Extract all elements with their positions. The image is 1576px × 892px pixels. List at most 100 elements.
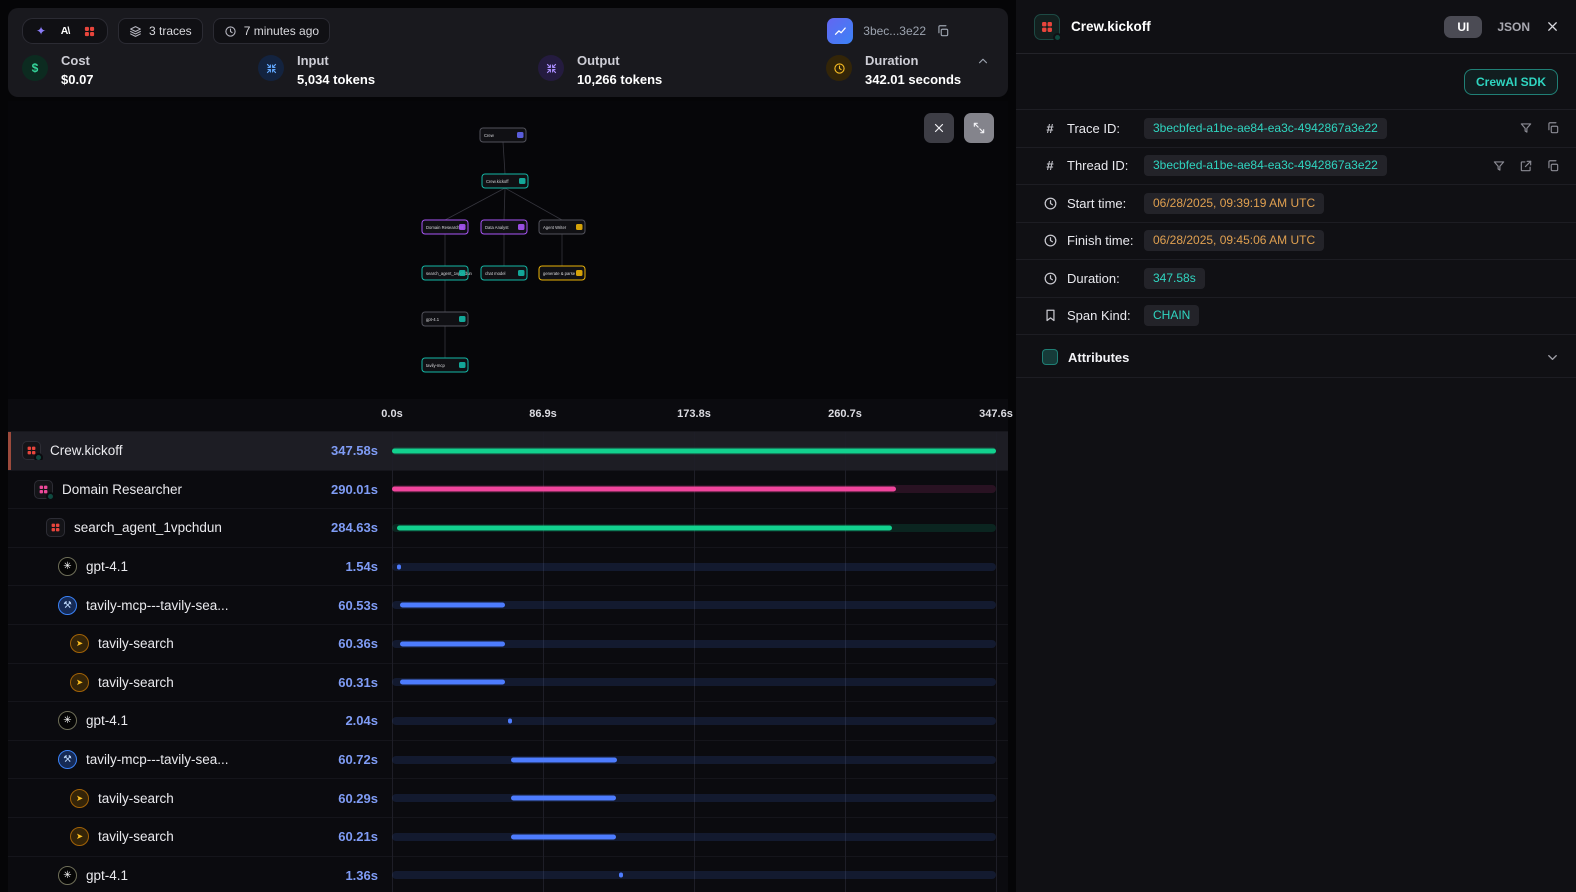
span-duration: 60.36s — [308, 636, 392, 651]
span-name: search_agent_1vpchdun — [74, 520, 222, 535]
span-bar — [392, 448, 996, 453]
metrics-row: $Cost$0.07Input5,034 tokensOutput10,266 … — [22, 53, 994, 87]
span-bar — [511, 757, 617, 762]
span-row[interactable]: ➤tavily-search60.31s — [8, 664, 1008, 703]
arrows-out-icon — [538, 55, 564, 81]
span-duration: 290.01s — [308, 482, 392, 497]
field-value: 3becbfed-a1be-ae84-ea3c-4942867a3e22 — [1144, 118, 1387, 139]
tab-ui[interactable]: UI — [1444, 16, 1482, 38]
trace-graph-svg: CrewCrew.kickoffDomain ResearcherData An… — [8, 101, 1008, 399]
span-row[interactable]: ✳gpt-4.12.04s — [8, 702, 1008, 741]
metric-cost: $Cost$0.07 — [22, 53, 258, 87]
span-name: tavily-mcp---tavily-sea... — [86, 752, 229, 767]
span-row[interactable]: ➤tavily-search60.36s — [8, 625, 1008, 664]
span-duration: 60.21s — [308, 829, 392, 844]
span-row[interactable]: ➤tavily-search60.21s — [8, 818, 1008, 857]
metric-value: $0.07 — [61, 72, 94, 87]
hash-icon: # — [1042, 158, 1058, 173]
field-label: Trace ID: — [1067, 121, 1144, 136]
span-duration: 60.53s — [308, 598, 392, 613]
field-value: 06/28/2025, 09:39:19 AM UTC — [1144, 193, 1324, 214]
tab-json[interactable]: JSON — [1497, 20, 1530, 34]
attributes-section-toggle[interactable]: Attributes — [1016, 337, 1576, 378]
clock-icon — [1042, 196, 1058, 211]
external-icon[interactable] — [1519, 159, 1533, 173]
span-bar — [400, 603, 505, 608]
copy-icon[interactable] — [1546, 121, 1560, 135]
metric-input: Input5,034 tokens — [258, 53, 538, 87]
span-bar-track — [392, 717, 996, 725]
field-row: Start time:06/28/2025, 09:39:19 AM UTC — [1016, 185, 1576, 223]
trace-id-short: 3bec...3e22 — [863, 24, 926, 38]
graph-expand-button[interactable] — [964, 113, 994, 143]
traces-count-badge[interactable]: 3 traces — [118, 18, 203, 44]
field-row: Finish time:06/28/2025, 09:45:06 AM UTC — [1016, 223, 1576, 261]
svg-text:Crew: Crew — [484, 133, 495, 138]
span-bar-track — [392, 833, 996, 841]
span-bar — [397, 525, 892, 530]
sparkle-logo-icon: ✦ — [33, 23, 49, 39]
filter-icon[interactable] — [1519, 121, 1533, 135]
trace-graph: CrewCrew.kickoffDomain ResearcherData An… — [8, 101, 1008, 399]
field-row: #Thread ID:3becbfed-a1be-ae84-ea3c-49428… — [1016, 148, 1576, 186]
filter-icon[interactable] — [1492, 159, 1506, 173]
axis-tick: 260.7s — [828, 408, 862, 420]
span-row[interactable]: ⚒ tavily-mcp---tavily-sea... 60.53s — [8, 586, 1008, 625]
metric-output: Output10,266 tokens — [538, 53, 826, 87]
span-duration: 347.58s — [308, 443, 392, 458]
graph-close-button[interactable] — [924, 113, 954, 143]
copy-icon[interactable] — [1546, 159, 1560, 173]
time-ago-badge: 7 minutes ago — [213, 18, 330, 44]
svg-text:Crew.kickoff: Crew.kickoff — [486, 179, 509, 184]
metric-value: 5,034 tokens — [297, 72, 375, 87]
span-bar-area — [392, 664, 996, 702]
span-name: gpt-4.1 — [86, 713, 128, 728]
svg-text:chat model: chat model — [485, 271, 506, 276]
field-label: Start time: — [1067, 196, 1144, 211]
chevron-down-icon — [1545, 350, 1560, 365]
span-name: tavily-mcp---tavily-sea... — [86, 598, 229, 613]
mcp-tool-icon: ⚒ — [58, 596, 77, 615]
span-name: Domain Researcher — [62, 482, 182, 497]
openai-icon: ✳ — [58, 557, 77, 576]
span-row[interactable]: search_agent_1vpchdun284.63s — [8, 509, 1008, 548]
span-name: tavily-search — [98, 791, 174, 806]
span-row[interactable]: ✳gpt-4.11.54s — [8, 548, 1008, 587]
sdk-row: CrewAI SDK — [1016, 54, 1576, 110]
field-row: #Trace ID:3becbfed-a1be-ae84-ea3c-494286… — [1016, 110, 1576, 148]
copy-trace-id-icon[interactable] — [936, 24, 950, 38]
span-row[interactable]: ➤tavily-search60.29s — [8, 779, 1008, 818]
span-bar-area — [392, 702, 996, 740]
field-label: Span Kind: — [1067, 308, 1144, 323]
span-bar — [619, 873, 623, 878]
metric-value: 10,266 tokens — [577, 72, 662, 87]
span-duration: 60.31s — [308, 675, 392, 690]
crewai-span-icon — [1034, 14, 1060, 40]
collapse-chevron-icon[interactable] — [976, 54, 990, 68]
clock-icon — [1042, 271, 1058, 286]
axis-tick: 0.0s — [381, 408, 402, 420]
svg-text:Agent Writer: Agent Writer — [543, 225, 567, 230]
metric-label: Duration — [865, 53, 961, 68]
span-bar — [400, 680, 505, 685]
openai-icon: ✳ — [58, 711, 77, 730]
span-bar-area — [392, 741, 996, 779]
field-label: Finish time: — [1067, 233, 1144, 248]
trend-chart-icon[interactable] — [827, 18, 853, 44]
field-value: 347.58s — [1144, 268, 1205, 289]
span-row[interactable]: Crew.kickoff347.58s — [8, 432, 1008, 471]
span-bar-track — [392, 563, 996, 571]
span-row[interactable]: Domain Researcher 290.01s — [8, 471, 1008, 510]
span-row[interactable]: ✳gpt-4.11.36s — [8, 857, 1008, 892]
close-icon[interactable] — [1545, 19, 1560, 34]
trace-panel: ✦ A\ 3 traces 7 minutes ago 3bec...3e22 … — [0, 0, 1016, 892]
span-bar-area — [392, 509, 996, 547]
span-bar-area — [392, 432, 996, 470]
detail-title: Crew.kickoff — [1071, 19, 1151, 34]
field-value: CHAIN — [1144, 305, 1199, 326]
span-row[interactable]: ⚒tavily-mcp---tavily-sea...60.72s — [8, 741, 1008, 780]
mcp-tool-icon: ⚒ — [58, 750, 77, 769]
attributes-label: Attributes — [1068, 350, 1535, 365]
span-duration: 60.29s — [308, 791, 392, 806]
svg-text:Domain Researcher: Domain Researcher — [426, 225, 464, 230]
